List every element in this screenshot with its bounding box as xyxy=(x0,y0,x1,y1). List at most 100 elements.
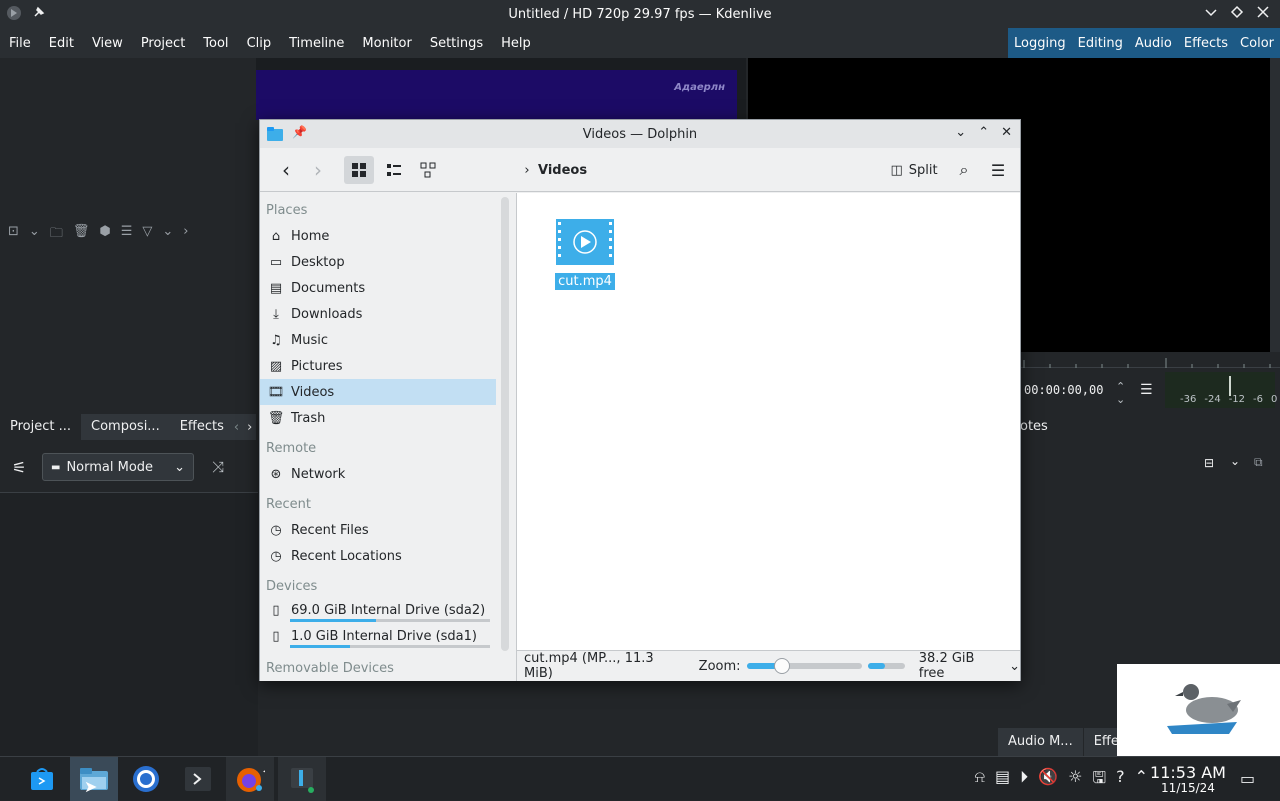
show-desktop-icon[interactable]: ▭ xyxy=(1240,769,1255,788)
remote-header: Remote xyxy=(266,441,317,456)
tag-icon[interactable]: ⬢ xyxy=(99,224,110,246)
workspace-logging[interactable]: Logging xyxy=(1008,36,1072,51)
place-desktop[interactable]: ▭ Desktop xyxy=(260,249,496,275)
bin-toolbar: ⊡ ⌄ 🗀 🗑 ⬢ ☰ ▽ ⌄ › xyxy=(8,224,188,246)
free-space[interactable]: 38.2 GiB free xyxy=(919,651,1001,681)
toggle-icon[interactable]: ⤨ xyxy=(212,458,224,476)
brightness-icon[interactable]: ☼ xyxy=(1068,767,1082,794)
menu-clip[interactable]: Clip xyxy=(238,36,281,51)
mode-select[interactable]: ▬ Normal Mode ⌄ xyxy=(42,453,194,481)
help-icon[interactable]: ? xyxy=(1116,767,1125,794)
tab-compositions[interactable]: Composi... xyxy=(81,414,170,440)
maximize-icon[interactable]: ⌃ xyxy=(978,125,989,140)
clipboard-icon[interactable]: ▤ xyxy=(995,767,1010,794)
place-label: Recent Locations xyxy=(291,548,402,564)
media-player-icon[interactable]: ⏵ xyxy=(1020,767,1028,794)
chevron-right-icon[interactable]: › xyxy=(183,224,188,246)
breadcrumb[interactable]: Videos xyxy=(538,156,587,184)
tab-scroll-right-icon[interactable]: › xyxy=(247,420,252,435)
menu-settings[interactable]: Settings xyxy=(421,36,492,51)
chromium-task[interactable] xyxy=(122,757,170,801)
monitor-ruler[interactable] xyxy=(1020,352,1280,368)
file-item[interactable]: cut.mp4 xyxy=(555,219,615,290)
menu-timeline[interactable]: Timeline xyxy=(280,36,353,51)
place-documents[interactable]: ▤ Documents xyxy=(260,275,496,301)
place-label: Downloads xyxy=(291,306,363,322)
place-pictures[interactable]: ▨ Pictures xyxy=(260,353,496,379)
timecode-stepper-icon[interactable]: ⌃ ⌄ xyxy=(1116,380,1125,406)
split-button[interactable]: ◫ Split xyxy=(886,156,942,184)
pin-icon[interactable] xyxy=(32,5,46,25)
place-network[interactable]: ⊛ Network xyxy=(260,461,496,487)
maximize-icon[interactable] xyxy=(1230,5,1244,23)
place-home[interactable]: ⌂ Home xyxy=(260,223,496,249)
chevron-up-icon[interactable]: ⌃ xyxy=(1135,767,1148,794)
menu-project[interactable]: Project xyxy=(132,36,194,51)
place-label: Documents xyxy=(291,280,366,296)
places-scrollbar[interactable] xyxy=(501,197,509,651)
zoom-slider[interactable] xyxy=(746,658,863,674)
volume-muted-icon[interactable]: 🔇 xyxy=(1038,767,1058,794)
new-folder-icon[interactable]: 🗀 xyxy=(50,224,63,246)
place-downloads[interactable]: ⤓ Downloads xyxy=(260,301,496,327)
back-button[interactable]: ‹ xyxy=(272,156,300,184)
place-recent-files[interactable]: ◷ Recent Files xyxy=(260,517,496,543)
monitor-menu-icon[interactable]: ☰ xyxy=(1140,382,1153,398)
place-videos[interactable]: 🎞 Videos xyxy=(260,379,496,405)
effect-stack-panel xyxy=(0,492,258,756)
status-file-info: cut.mp4 (MP..., 11.3 MiB) xyxy=(524,651,654,681)
link-icon[interactable]: ⊟ xyxy=(1204,456,1214,470)
minimize-icon[interactable] xyxy=(1204,5,1218,23)
menu-help[interactable]: Help xyxy=(492,36,540,51)
chevron-down-icon[interactable]: ⌄ xyxy=(1230,454,1240,468)
menu-icon[interactable]: ☰ xyxy=(121,224,133,246)
zoom-slider-handle[interactable] xyxy=(773,658,790,674)
workspace-editing[interactable]: Editing xyxy=(1072,36,1129,51)
workspace-audio[interactable]: Audio xyxy=(1129,36,1178,51)
notification-icon[interactable]: ⍾ xyxy=(974,767,985,794)
chevron-down-icon[interactable]: ⌄ xyxy=(1009,659,1020,674)
clock[interactable]: 11:53 AM 11/15/24 xyxy=(1150,763,1226,795)
search-icon[interactable]: ⌕ xyxy=(950,156,978,184)
add-clip-icon[interactable]: ⊡ xyxy=(8,224,19,246)
forward-button[interactable]: › xyxy=(304,156,332,184)
menu-tool[interactable]: Tool xyxy=(194,36,237,51)
menu-view[interactable]: View xyxy=(83,36,132,51)
place-recent-locations[interactable]: ◷ Recent Locations xyxy=(260,543,496,569)
icons-view-button[interactable] xyxy=(344,156,374,184)
place-music[interactable]: ♫ Music xyxy=(260,327,496,353)
pin-icon[interactable]: 📌 xyxy=(292,125,307,139)
hamburger-menu-icon[interactable]: ☰ xyxy=(984,156,1012,184)
minimize-icon[interactable]: ⌄ xyxy=(955,125,966,140)
tab-audio-mixer[interactable]: Audio M... xyxy=(998,728,1084,756)
monitor-scrollbar[interactable] xyxy=(1270,58,1280,352)
compact-view-button[interactable] xyxy=(380,156,408,184)
save-icon[interactable]: 🖫 xyxy=(1092,767,1106,794)
settings-sliders-icon[interactable]: ⚟ xyxy=(12,458,26,477)
dropdown-icon[interactable]: ⌄ xyxy=(29,224,40,246)
discover-launcher[interactable] xyxy=(18,757,66,801)
place-label: Home xyxy=(291,228,330,244)
filter-dropdown-icon[interactable]: ⌄ xyxy=(162,224,173,246)
tab-scroll-left-icon[interactable]: ‹ xyxy=(234,420,239,435)
workspace-color[interactable]: Color xyxy=(1234,36,1280,51)
timecode-display[interactable]: 00:00:00,00 xyxy=(1024,383,1103,397)
details-view-button[interactable] xyxy=(414,156,442,184)
tab-effects[interactable]: Effects xyxy=(170,414,234,440)
menu-edit[interactable]: Edit xyxy=(40,36,83,51)
place-trash[interactable]: 🗑 Trash xyxy=(260,405,496,431)
menu-file[interactable]: File xyxy=(0,36,40,51)
store-icon xyxy=(31,768,53,790)
firefox-task[interactable]: ◂) xyxy=(226,757,274,801)
workspace-effects[interactable]: Effects xyxy=(1178,36,1234,51)
kdenlive-task[interactable] xyxy=(278,757,326,801)
konsole-task[interactable] xyxy=(174,757,222,801)
float-icon[interactable]: ⧉ xyxy=(1254,455,1263,470)
delete-icon[interactable]: 🗑 xyxy=(73,224,90,246)
tab-notes[interactable]: otes xyxy=(1020,414,1048,440)
filter-icon[interactable]: ▽ xyxy=(142,224,152,246)
menu-monitor[interactable]: Monitor xyxy=(353,36,420,51)
close-icon[interactable]: ✕ xyxy=(1001,125,1012,140)
close-icon[interactable] xyxy=(1256,5,1270,23)
tab-project[interactable]: Project ... xyxy=(0,414,82,440)
